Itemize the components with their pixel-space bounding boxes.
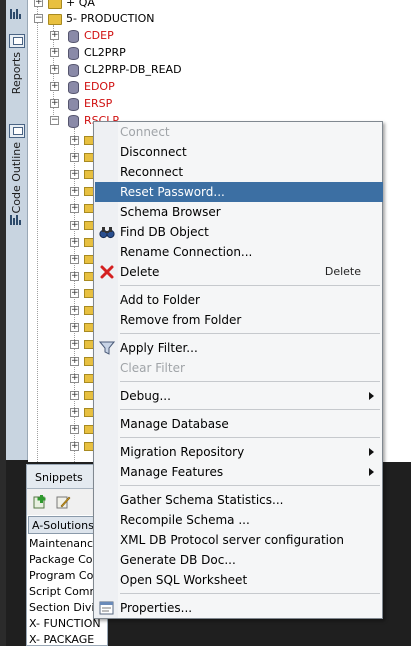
expand-icon[interactable]: + [70, 306, 79, 315]
menu-item-gather-schema-statistics[interactable]: Gather Schema Statistics... [95, 490, 383, 510]
menu-item-migration-repository[interactable]: Migration Repository [95, 442, 383, 462]
menu-separator [120, 485, 380, 486]
expand-icon[interactable]: + [70, 340, 79, 349]
expand-icon[interactable]: + [50, 65, 59, 74]
menu-separator [120, 285, 380, 286]
snippet-item[interactable]: X- FUNCTION [29, 617, 107, 633]
outline-bars-icon[interactable] [10, 6, 24, 19]
tree-item-cl2prp-db-read[interactable]: + CL2PRP-DB_READ [50, 61, 182, 78]
snippet-item[interactable]: X- PACKAGE [29, 633, 107, 646]
connection-context-menu: Connect Disconnect Reconnect Reset Passw… [93, 121, 383, 619]
submenu-arrow-icon [369, 468, 374, 476]
expand-icon[interactable]: + [50, 82, 59, 91]
menu-item-manage-features[interactable]: Manage Features [95, 462, 383, 482]
collapse-icon[interactable]: − [50, 116, 59, 125]
menu-item-reconnect[interactable]: Reconnect [95, 162, 383, 182]
expand-icon[interactable]: + [50, 31, 59, 40]
menu-separator [120, 409, 380, 410]
database-icon [68, 80, 79, 94]
binoculars-icon [99, 227, 115, 239]
expand-icon[interactable]: + [70, 238, 79, 247]
menu-separator [120, 333, 380, 334]
menu-item-connect[interactable]: Connect [95, 122, 383, 142]
submenu-arrow-icon [369, 448, 374, 456]
menu-item-rename-connection[interactable]: Rename Connection... [95, 242, 383, 262]
submenu-arrow-icon [369, 392, 374, 400]
expand-icon[interactable]: + [70, 289, 79, 298]
tab-code-outline[interactable]: Code Outline [10, 142, 23, 213]
menu-item-remove-from-folder[interactable]: Remove from Folder [95, 310, 383, 330]
expand-icon[interactable]: + [50, 99, 59, 108]
tree-item-cl2prp[interactable]: + CL2PRP [50, 44, 126, 61]
menu-item-schema-browser[interactable]: Schema Browser [95, 202, 383, 222]
side-toolbar: Reports Code Outline [6, 0, 28, 460]
database-icon [68, 97, 79, 111]
menu-separator [120, 437, 380, 438]
menu-item-reset-password[interactable]: Reset Password... [95, 182, 383, 202]
restore-window-icon[interactable] [9, 34, 25, 48]
folder-icon [48, 13, 62, 25]
filter-funnel-icon [99, 341, 115, 355]
menu-item-generate-db-doc[interactable]: Generate DB Doc... [95, 550, 383, 570]
menu-item-clear-filter[interactable]: Clear Filter [95, 358, 383, 378]
expand-icon[interactable]: + [70, 425, 79, 434]
tree-item-ersp[interactable]: + ERSP [50, 95, 112, 112]
menu-item-debug[interactable]: Debug... [95, 386, 383, 406]
expand-icon[interactable]: + [70, 391, 79, 400]
expand-icon[interactable]: + [50, 48, 59, 57]
database-icon [68, 114, 79, 128]
outline-bars-icon[interactable] [10, 212, 24, 225]
menu-separator [120, 593, 380, 594]
shortcut-label: Delete [324, 265, 361, 278]
expand-icon[interactable]: + [70, 187, 79, 196]
properties-icon [99, 601, 114, 615]
red-x-icon [100, 265, 114, 279]
restore-window-icon[interactable] [9, 124, 25, 138]
menu-item-apply-filter[interactable]: Apply Filter... [95, 338, 383, 358]
expand-icon[interactable]: + [70, 408, 79, 417]
expand-icon[interactable]: + [70, 272, 79, 281]
add-snippet-icon[interactable] [32, 494, 48, 510]
menu-item-add-to-folder[interactable]: Add to Folder [95, 290, 383, 310]
tab-reports[interactable]: Reports [10, 52, 23, 94]
tree-item-edop[interactable]: + EDOP [50, 78, 115, 95]
menu-item-recompile-schema[interactable]: Recompile Schema ... [95, 510, 383, 530]
database-icon [68, 63, 79, 77]
menu-item-open-sql-worksheet[interactable]: Open SQL Worksheet [95, 570, 383, 590]
expand-icon[interactable]: + [70, 153, 79, 162]
expand-icon[interactable]: + [70, 255, 79, 264]
tree-item-production[interactable]: − 5- PRODUCTION [34, 10, 154, 27]
expand-icon[interactable]: + [70, 221, 79, 230]
folder-icon [48, 0, 62, 9]
menu-item-find-db-object[interactable]: Find DB Object [95, 222, 383, 242]
expand-icon[interactable]: + [70, 170, 79, 179]
collapse-icon[interactable]: − [34, 14, 43, 23]
expand-icon[interactable]: + [70, 374, 79, 383]
menu-item-manage-database[interactable]: Manage Database [95, 414, 383, 434]
menu-item-disconnect[interactable]: Disconnect [95, 142, 383, 162]
expand-icon[interactable]: + [34, 0, 43, 7]
tree-item-cdep[interactable]: + CDEP [50, 27, 114, 44]
menu-item-delete[interactable]: Delete Delete [95, 262, 383, 282]
edit-snippet-icon[interactable] [55, 494, 71, 510]
menu-separator [120, 381, 380, 382]
expand-icon[interactable]: + [70, 442, 79, 451]
expand-icon[interactable]: + [70, 136, 79, 145]
menu-item-xml-db-protocol[interactable]: XML DB Protocol server configuration [95, 530, 383, 550]
database-icon [68, 29, 79, 43]
expand-icon[interactable]: + [70, 204, 79, 213]
expand-icon[interactable]: + [70, 323, 79, 332]
tree-guide [37, 0, 38, 462]
database-icon [68, 46, 79, 60]
menu-item-properties[interactable]: Properties... [95, 598, 383, 618]
expand-icon[interactable]: + [70, 357, 79, 366]
